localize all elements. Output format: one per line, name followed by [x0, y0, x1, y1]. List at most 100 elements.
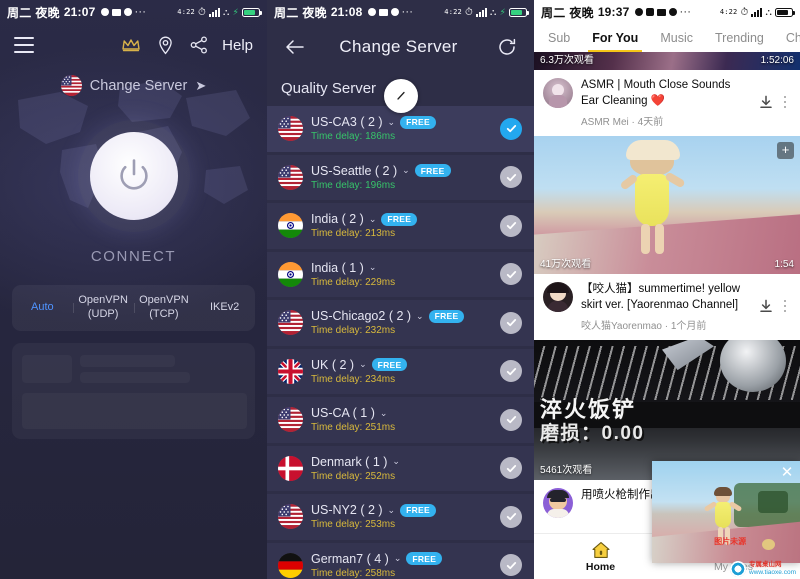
chevron-right-icon: ➤ — [195, 77, 207, 93]
more-dots-icon: ··· — [134, 6, 147, 18]
chevron-down-icon[interactable]: ⌄ — [416, 311, 424, 322]
protocol-option-ikev2[interactable]: IKEv2 — [194, 301, 255, 315]
select-check-icon[interactable] — [500, 457, 522, 480]
server-name: US-CA3 ( 2 ) — [311, 115, 383, 130]
chevron-down-icon[interactable]: ⌄ — [392, 456, 400, 467]
tab-for-you[interactable]: For You — [588, 24, 643, 52]
table-row[interactable]: US-NY2 ( 2 ) ⌄ FREE Time delay: 253ms — [267, 494, 534, 540]
server-rows-list[interactable]: US-CA3 ( 2 ) ⌄ FREE Time delay: 186ms US… — [267, 106, 534, 579]
protocol-selector: Auto OpenVPN (UDP) OpenVPN (TCP) IKEv2 — [12, 285, 255, 331]
video-subtitle: 咬人猫Yaorenmao · 1个月前 — [581, 321, 707, 333]
ad-placeholder[interactable] — [12, 343, 255, 439]
table-row[interactable]: India ( 2 ) ⌄ FREE Time delay: 213ms — [267, 203, 534, 249]
battery-icon — [242, 7, 262, 17]
avatar[interactable] — [543, 488, 573, 519]
refresh-icon[interactable] — [494, 34, 520, 60]
select-check-icon[interactable] — [500, 311, 522, 334]
table-row[interactable]: US-CA ( 1 ) ⌄ Time delay: 251ms — [267, 397, 534, 443]
table-row[interactable]: US-Seattle ( 2 ) ⌄ FREE Time delay: 196m… — [267, 154, 534, 200]
chevron-down-icon[interactable]: ⌄ — [388, 117, 396, 128]
change-server-button[interactable]: Change Server ➤ — [0, 75, 267, 96]
server-name-row: US-Chicago2 ( 2 ) ⌄ FREE — [311, 309, 500, 323]
table-row[interactable]: German7 ( 4 ) ⌄ FREE Time delay: 258ms — [267, 542, 534, 579]
chevron-down-icon[interactable]: ⌄ — [388, 505, 396, 516]
download-icon[interactable] — [756, 296, 776, 316]
hamburger-menu-icon[interactable] — [14, 37, 34, 53]
select-check-icon[interactable] — [500, 166, 522, 189]
watermark-line1: 专属桌山网 — [749, 560, 782, 568]
video-card[interactable]: + 41万次观看 1:54 【咬人猫】summertime! yellow sk… — [534, 136, 800, 341]
select-check-icon[interactable] — [500, 263, 522, 286]
video-duration: 1:54 — [774, 259, 794, 271]
status-badge: FREE — [400, 503, 436, 517]
table-row[interactable]: US-Chicago2 ( 2 ) ⌄ FREE Time delay: 232… — [267, 300, 534, 346]
ad-skeleton-block — [22, 393, 247, 429]
select-check-icon[interactable] — [500, 554, 522, 577]
select-check-icon[interactable] — [500, 214, 522, 237]
server-name-row: German7 ( 4 ) ⌄ FREE — [311, 552, 500, 566]
avatar[interactable] — [543, 78, 573, 108]
table-row[interactable]: India ( 1 ) ⌄ Time delay: 229ms — [267, 251, 534, 297]
chevron-down-icon[interactable]: ⌄ — [380, 408, 388, 419]
back-arrow-icon[interactable] — [281, 34, 307, 60]
status-bar-clock: 周二 夜晚 21:08 — [274, 4, 363, 21]
status-time: 21:07 — [63, 5, 96, 19]
server-delay: Time delay: 251ms — [311, 422, 396, 434]
tab-channels[interactable]: Cha — [786, 24, 800, 52]
help-button[interactable]: Help — [216, 37, 253, 54]
avatar[interactable] — [543, 282, 573, 313]
nav-label: Home — [585, 560, 616, 573]
tab-music[interactable]: Music — [660, 24, 693, 52]
video-thumbnail[interactable]: 淬火饭铲 磨损：0.00 5461次观看 — [534, 340, 800, 481]
tab-trending[interactable]: Trending — [715, 24, 764, 52]
protocol-label-line1: OpenVPN — [78, 294, 128, 307]
nav-item-home[interactable]: Home — [534, 534, 667, 579]
select-check-icon[interactable] — [500, 408, 522, 431]
more-vertical-icon[interactable] — [778, 95, 792, 109]
video-card[interactable]: 6.3万次观看 1:52:06 ASMR | Mouth Close Sound… — [534, 52, 800, 137]
table-row[interactable]: Denmark ( 1 ) ⌄ Time delay: 252ms — [267, 445, 534, 491]
chevron-down-icon[interactable]: ⌄ — [369, 214, 377, 225]
protocol-option-auto[interactable]: Auto — [12, 301, 73, 315]
touch-cursor-indicator — [384, 79, 418, 113]
tab-sub[interactable]: Sub — [548, 24, 570, 52]
selected-check-icon[interactable] — [500, 117, 522, 140]
crown-icon[interactable] — [114, 28, 148, 62]
protocol-option-openvpn-udp[interactable]: OpenVPN (UDP) — [72, 294, 134, 322]
chevron-down-icon[interactable]: ⌄ — [394, 553, 402, 564]
table-row[interactable]: UK ( 2 ) ⌄ FREE Time delay: 234ms — [267, 348, 534, 394]
more-vertical-icon[interactable] — [778, 299, 792, 313]
server-delay: Time delay: 234ms — [311, 373, 396, 385]
video-thumbnail[interactable]: 6.3万次观看 1:52:06 — [534, 52, 800, 70]
status-time: 19:37 — [597, 5, 630, 19]
chevron-down-icon[interactable]: ⌄ — [359, 359, 367, 370]
close-icon[interactable]: ✕ — [779, 465, 795, 481]
select-check-icon[interactable] — [500, 505, 522, 528]
share-icon[interactable] — [182, 28, 216, 62]
message-icon — [378, 8, 388, 16]
charging-icon: ⚡ — [499, 6, 506, 17]
network-speed-icon: 4:22 — [719, 7, 738, 16]
chevron-down-icon[interactable]: ⌄ — [369, 262, 377, 273]
status-system-icons: 4:22 ⏱ ⛬ — [719, 7, 795, 18]
status-bar: 周二 夜晚 21:08 ··· 4:22 ⏱ ⛬ ⚡ — [267, 0, 534, 24]
location-pin-icon[interactable] — [148, 28, 182, 62]
select-check-icon[interactable] — [500, 360, 522, 383]
ad-skeleton-block — [22, 355, 72, 383]
chevron-down-icon[interactable]: ⌄ — [402, 165, 410, 176]
floating-video-window[interactable]: ✕ 图片未源 — [652, 461, 800, 563]
video-view-count: 5461次观看 — [540, 465, 593, 477]
tab-label: Cha — [785, 31, 800, 45]
status-notification-icons: ··· — [363, 7, 445, 18]
video-thumbnail[interactable]: + 41万次观看 1:54 — [534, 136, 800, 275]
sync-icon — [668, 8, 677, 16]
add-to-playlist-icon[interactable]: + — [777, 142, 794, 160]
battery-icon — [509, 7, 529, 17]
server-name: US-NY2 ( 2 ) — [311, 503, 383, 518]
download-icon[interactable] — [756, 92, 776, 112]
video-texts: ASMR | Mouth Close Sounds Ear Cleaning ❤… — [581, 78, 748, 128]
status-day: 周二 — [7, 5, 32, 20]
server-name: India ( 1 ) — [311, 260, 364, 275]
power-button[interactable] — [89, 132, 178, 220]
protocol-option-openvpn-tcp[interactable]: OpenVPN (TCP) — [133, 294, 195, 322]
